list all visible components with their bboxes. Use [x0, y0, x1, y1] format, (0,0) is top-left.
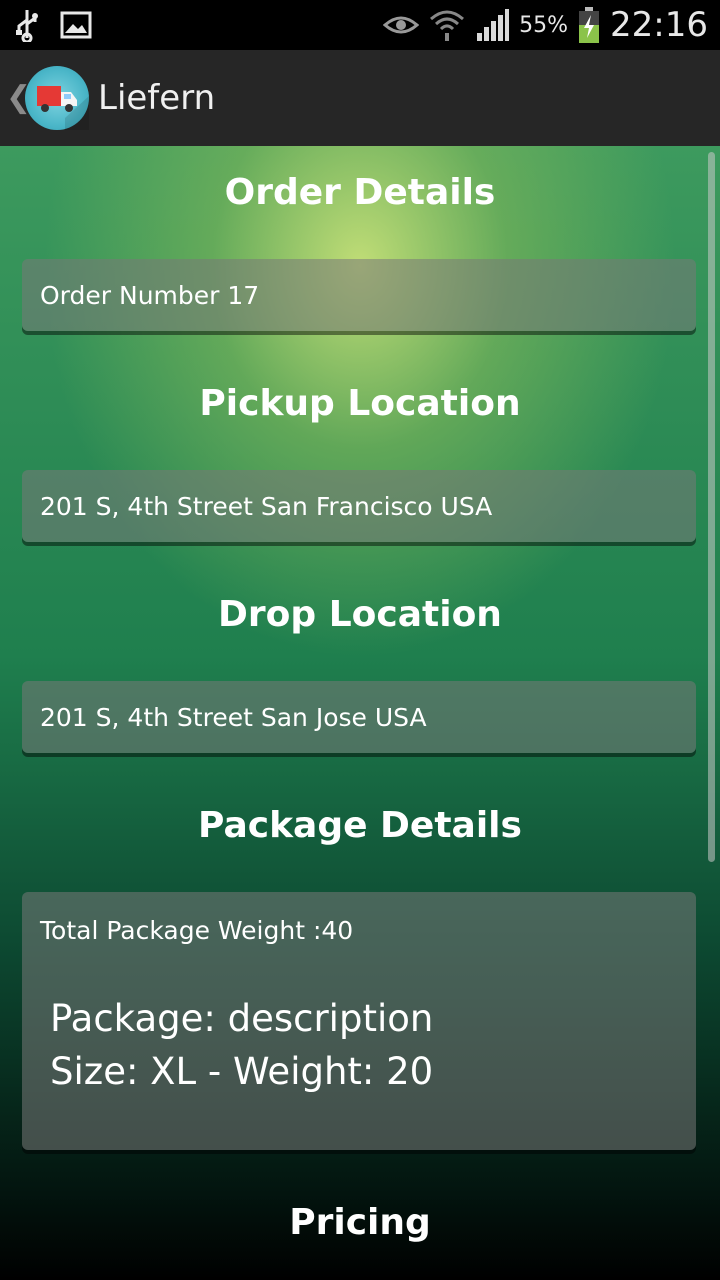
package-size-weight: Size: XL - Weight: 20: [50, 1050, 434, 1093]
delivery-truck-icon[interactable]: [25, 66, 89, 130]
battery-charging-icon: [579, 7, 600, 43]
section-title-package: Package Details: [198, 805, 522, 846]
gallery-icon: [60, 11, 92, 39]
pickup-location-text: 201 S, 4th Street San Francisco USA: [40, 492, 493, 521]
section-title-pickup: Pickup Location: [199, 383, 521, 424]
section-title-drop: Drop Location: [218, 594, 502, 635]
section-title-pricing: Pricing: [289, 1202, 431, 1243]
signal-icon: [477, 9, 510, 41]
order-number-text: Order Number 17: [40, 281, 260, 310]
order-details-screen[interactable]: Order Details Order Number 17 Pickup Loc…: [0, 146, 720, 1280]
action-bar: ❮ Liefern: [0, 50, 720, 148]
eye-icon: [383, 16, 420, 34]
order-number-field[interactable]: Order Number 17: [22, 259, 696, 331]
app-title: Liefern: [98, 78, 216, 118]
battery-percent: 55%: [519, 12, 569, 38]
wifi-icon: [430, 10, 465, 41]
status-bar: 55% 22:16: [0, 0, 720, 50]
total-package-weight: Total Package Weight :40: [40, 916, 354, 945]
package-details-card[interactable]: Total Package Weight :40 Package: descri…: [22, 892, 696, 1150]
scrollbar[interactable]: [708, 152, 715, 862]
drop-location-field[interactable]: 201 S, 4th Street San Jose USA: [22, 681, 696, 753]
package-description: Package: description: [50, 997, 434, 1040]
clock: 22:16: [610, 5, 708, 45]
pickup-location-field[interactable]: 201 S, 4th Street San Francisco USA: [22, 470, 696, 542]
drop-location-text: 201 S, 4th Street San Jose USA: [40, 703, 427, 732]
usb-icon: [16, 10, 38, 42]
section-title-order: Order Details: [224, 172, 496, 213]
